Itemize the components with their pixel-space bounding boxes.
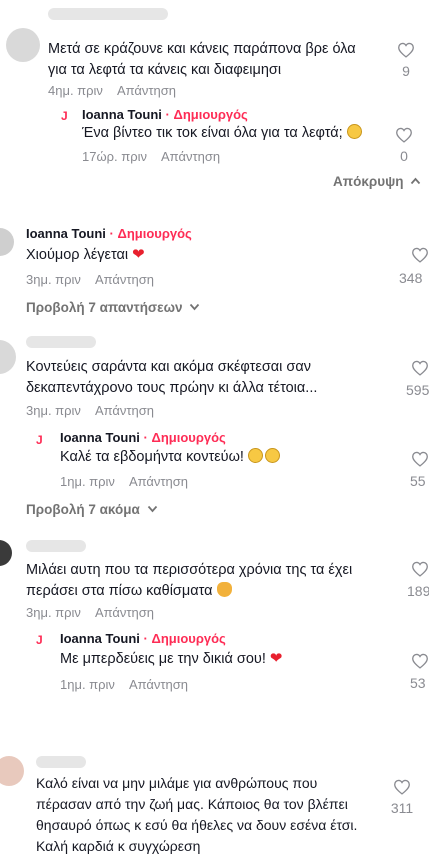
reply-meta: 17ώρ. πριν Απάντηση [82,149,220,164]
reply-text-content: Με μπερδεύεις με την δικιά σου! [60,651,266,667]
comment-text: Καλό είναι να μην μιλάμε για ανθρώπους π… [36,775,358,854]
avatar[interactable] [0,540,12,566]
reply-text-content: Καλέ τα εβδομήντα κοντεύω! [60,449,244,465]
heart-outline-icon[interactable] [411,561,429,577]
hide-replies-label: Απόκρυψη [333,174,404,189]
reply-button[interactable]: Απάντηση [95,272,154,287]
username-blurred [26,336,96,348]
avatar[interactable] [0,340,16,374]
hide-replies-button[interactable]: Απόκρυψη [333,174,421,189]
comment-meta: 4ημ. πριν Απάντηση [48,83,176,98]
like-count: 348 [399,270,423,286]
comment-time: 3ημ. πριν [26,272,81,287]
reply-button[interactable]: Απάντηση [129,474,188,489]
reply-button[interactable]: Απάντηση [117,83,176,98]
reply-button[interactable]: Απάντηση [129,677,188,692]
red-heart-emoji-icon: ❤ [269,650,283,667]
comment-text: Κοντεύεις σαράντα και ακόμα σκέφτεσαι σα… [26,359,318,396]
heart-outline-icon[interactable] [411,247,429,263]
reply-text: Ένα βίντεο τικ τοκ είναι όλα για τα λεφτ… [82,123,392,144]
like-count: 311 [390,800,414,816]
heart-outline-icon[interactable] [411,653,429,669]
creator-avatar-large[interactable] [0,228,14,256]
author-name: Ioanna Touni [26,226,106,241]
reply-time: 17ώρ. πριν [82,149,147,164]
username-blurred [36,756,86,768]
red-heart-emoji-icon: ❤ [132,246,145,263]
heart-outline-icon[interactable] [397,42,415,58]
view-replies-label: Προβολή 7 απαντήσεων [26,300,183,315]
username-blurred [26,540,86,552]
reply-text: Καλέ τα εβδομήντα κοντεύω! [60,447,390,468]
smile-emoji-icon [346,124,362,139]
comment-meta: 3ημ. πριν Απάντηση [26,605,154,620]
comment-text: Μετά σε κράζουνε και κάνεις παράπονα βρε… [48,41,356,78]
reply-time: 1ημ. πριν [60,474,115,489]
chevron-down-icon [190,303,200,311]
reply-text: Με μπερδεύεις με την δικιά σου! ❤ [60,648,390,670]
chevron-down-icon [147,505,157,513]
creator-badge: · Δημιουργός [109,226,192,241]
comment-meta: 3ημ. πριν Απάντηση [26,272,154,287]
heart-outline-icon[interactable] [393,779,411,795]
comment-meta: 3ημ. πριν Απάντηση [26,403,154,418]
like-count: 53 [410,675,426,691]
like-count: 9 [402,63,410,79]
reply-text-content: Ένα βίντεο τικ τοκ είναι όλα για τα λεφτ… [82,125,343,141]
ok-hand-emoji-icon [216,582,232,597]
heart-outline-icon[interactable] [395,127,413,143]
avatar[interactable] [6,28,40,62]
reply-button[interactable]: Απάντηση [161,149,220,164]
comment-time: 4ημ. πριν [48,83,103,98]
author-name: Ioanna Touni [60,430,140,445]
comment-text: Μιλάει αυτη που τα περισσότερα χρόνια τη… [26,560,401,602]
heart-outline-icon[interactable] [411,451,429,467]
view-more-label: Προβολή 7 ακόμα [26,502,140,517]
author-name: Ioanna Touni [60,631,140,646]
like-count: 189 [407,583,429,599]
avatar[interactable] [0,756,24,786]
comment-text-content: Χιούμορ λέγεται [26,247,129,263]
comment-text: Χιούμορ λέγεται ❤ [26,244,356,266]
reply-button[interactable]: Απάντηση [95,605,154,620]
view-replies-button[interactable]: Προβολή 7 απαντήσεων [26,300,200,315]
laughing-emoji-icon [248,448,263,463]
like-count: 0 [400,148,408,164]
reply-button[interactable]: Απάντηση [95,403,154,418]
like-count: 595 [406,382,429,398]
view-more-button[interactable]: Προβολή 7 ακόμα [26,502,158,517]
comment-author: Ioanna Touni · Δημιουργός [26,226,192,241]
creator-avatar[interactable]: J [61,109,68,123]
comment-time: 3ημ. πριν [26,605,81,620]
reply-author: Ioanna Touni · Δημιουργός [82,107,248,122]
creator-avatar[interactable]: J [36,633,43,647]
creator-badge: · Δημιουργός [143,631,226,646]
reply-author: Ioanna Touni · Δημιουργός [60,430,226,445]
reply-meta: 1ημ. πριν Απάντηση [60,474,188,489]
reply-author: Ioanna Touni · Δημιουργός [60,631,226,646]
username-blurred [48,8,168,20]
creator-badge: · Δημιουργός [143,430,226,445]
author-name: Ioanna Touni [82,107,162,122]
reply-time: 1ημ. πριν [60,677,115,692]
heart-outline-icon[interactable] [411,360,429,376]
chevron-up-icon [411,177,421,185]
comment-time: 3ημ. πριν [26,403,81,418]
creator-badge: · Δημιουργός [165,107,248,122]
laughing-emoji-icon [265,448,280,463]
comment-text-content: Μιλάει αυτη που τα περισσότερα χρόνια τη… [26,562,353,599]
reply-meta: 1ημ. πριν Απάντηση [60,677,188,692]
creator-avatar[interactable]: J [36,433,43,447]
like-count: 55 [410,473,426,489]
